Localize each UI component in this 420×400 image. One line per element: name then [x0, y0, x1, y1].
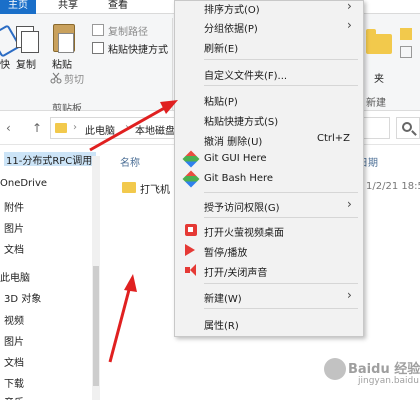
search-box[interactable]	[396, 117, 420, 139]
folder-icon	[55, 123, 67, 133]
git-icon	[182, 150, 200, 168]
menu-item-refresh[interactable]: 刷新(E)	[175, 36, 363, 56]
nav-item-pictures[interactable]: 图片	[4, 220, 24, 235]
menu-item-shortcut: Ctrl+Z	[317, 133, 351, 144]
nav-item-documents[interactable]: 文档	[4, 241, 24, 256]
nav-item-onedrive[interactable]: OneDrive	[0, 178, 47, 189]
menu-item-label: 自定义文件夹(F)...	[204, 71, 288, 82]
menu-item-label: 授予访问权限(G)	[204, 203, 280, 214]
new-group-label: 新建	[366, 98, 386, 109]
scissors-icon	[50, 72, 62, 84]
sound-icon	[185, 264, 197, 276]
chevron-right-icon: ›	[347, 197, 352, 211]
copy-button[interactable]: 复制	[16, 56, 36, 71]
tab-view[interactable]: 查看	[108, 0, 128, 14]
menu-separator	[204, 192, 358, 193]
file-name: 打飞机	[140, 185, 170, 196]
watermark-subtext: jingyan.baidu.com	[358, 376, 420, 386]
watermark-text: Baidu 经验	[348, 362, 420, 377]
copy-path-button[interactable]: 复制路径	[108, 23, 148, 38]
baidu-paw-icon	[324, 358, 346, 380]
nav-item-videos[interactable]: 视频	[4, 312, 24, 327]
menu-item-label: 撤消 删除(U)	[204, 137, 263, 148]
breadcrumb-this-pc[interactable]: 此电脑	[85, 122, 115, 137]
nav-item-documents-2[interactable]: 文档	[4, 354, 24, 369]
paste-button[interactable]: 粘贴	[52, 56, 72, 71]
menu-item-label: 新建(W)	[204, 294, 242, 305]
paste-icon[interactable]	[53, 24, 75, 53]
paste-shortcut-button[interactable]: 粘贴快捷方式	[108, 41, 168, 56]
menu-item-label: 暂停/播放	[204, 248, 248, 259]
chevron-right-icon: ›	[347, 0, 352, 13]
menu-item-label: 刷新(E)	[204, 44, 239, 55]
tab-share[interactable]: 共享	[58, 0, 78, 14]
menu-item-label: Git Bash Here	[204, 173, 274, 184]
git-icon	[182, 170, 200, 188]
easy-access-icon[interactable]	[400, 46, 412, 58]
menu-separator	[204, 85, 358, 86]
folder-icon	[122, 182, 136, 193]
menu-item-git-bash[interactable]: Git Bash Here	[175, 169, 363, 189]
chevron-right-icon: ›	[347, 18, 352, 32]
menu-item-label: 属性(R)	[204, 321, 239, 332]
menu-item-git-gui[interactable]: Git GUI Here	[175, 149, 363, 169]
menu-item-label: 排序方式(O)	[204, 5, 260, 16]
menu-separator	[204, 59, 358, 60]
menu-item-sort-by[interactable]: 排序方式(O) ›	[175, 0, 363, 17]
nav-item-music[interactable]: 音乐	[4, 394, 24, 400]
cut-button[interactable]: 剪切	[64, 71, 84, 86]
file-date: 1/2/21 18:55	[366, 181, 420, 192]
watermark: Baidu 经验 jingyan.baidu.com	[318, 352, 420, 396]
breadcrumb-separator: ›	[73, 122, 77, 133]
new-folder-icon[interactable]	[366, 29, 392, 54]
menu-item-pause-play[interactable]: 暂停/播放	[175, 240, 363, 260]
nav-item-3d-objects[interactable]: 3D 对象	[4, 290, 41, 305]
menu-item-customize-folder[interactable]: 自定义文件夹(F)...	[175, 63, 363, 83]
menu-item-properties[interactable]: 属性(R)	[175, 313, 363, 333]
menu-item-label: 打开/关闭声音	[204, 268, 268, 279]
menu-item-label: 粘贴(P)	[204, 97, 238, 108]
menu-item-label: Git GUI Here	[204, 153, 267, 164]
menu-item-paste[interactable]: 粘贴(P)	[175, 89, 363, 109]
menu-item-open-video-desktop[interactable]: 打开火萤视频桌面	[175, 220, 363, 240]
nav-item-this-pc[interactable]: 此电脑	[0, 269, 30, 284]
breadcrumb-local-disk[interactable]: 本地磁盘	[135, 122, 175, 137]
breadcrumb-separator: ›	[125, 122, 129, 133]
chevron-right-icon: ›	[347, 288, 352, 302]
nav-item-downloads[interactable]: 下载	[4, 375, 24, 390]
nav-scrollbar[interactable]	[92, 156, 100, 400]
tab-home[interactable]: 主页	[0, 0, 36, 14]
copy-path-icon	[92, 24, 104, 36]
back-icon[interactable]: ‹	[6, 121, 11, 135]
search-icon	[402, 122, 412, 132]
menu-item-group-by[interactable]: 分组依据(P) ›	[175, 16, 363, 36]
menu-separator	[204, 308, 358, 309]
menu-item-label: 打开火萤视频桌面	[204, 228, 284, 239]
nav-item-pictures-2[interactable]: 图片	[4, 333, 24, 348]
pin-label[interactable]: 快	[0, 56, 10, 71]
up-icon[interactable]: ↑	[32, 121, 42, 135]
new-item-icon[interactable]	[400, 28, 412, 40]
ribbon-divider	[172, 18, 173, 110]
menu-item-label: 分组依据(P)	[204, 24, 258, 35]
new-folder-label[interactable]: 夹	[374, 70, 384, 85]
menu-item-new[interactable]: 新建(W) ›	[175, 286, 363, 306]
menu-item-undo-delete[interactable]: 撤消 删除(U) Ctrl+Z	[175, 129, 363, 149]
menu-separator	[204, 283, 358, 284]
menu-item-toggle-sound[interactable]: 打开/关闭声音	[175, 260, 363, 280]
navigation-pane: 11-分布式RPC调用 OneDrive 附件 图片 文档 此电脑 3D 对象 …	[0, 146, 100, 400]
nav-item-attachments[interactable]: 附件	[4, 199, 24, 214]
nav-scrollbar-thumb[interactable]	[93, 266, 99, 386]
nav-item-rpc[interactable]: 11-分布式RPC调用	[4, 152, 96, 167]
play-icon	[185, 244, 197, 256]
menu-separator	[204, 217, 358, 218]
menu-item-grant-access[interactable]: 授予访问权限(G) ›	[175, 195, 363, 215]
record-icon	[185, 224, 197, 236]
paste-shortcut-icon	[92, 42, 104, 54]
column-header-name[interactable]: 名称	[120, 154, 140, 169]
copy-icon[interactable]	[16, 26, 39, 53]
menu-item-paste-shortcut[interactable]: 粘贴快捷方式(S)	[175, 109, 363, 129]
menu-item-label: 粘贴快捷方式(S)	[204, 117, 279, 128]
context-menu: 排序方式(O) › 分组依据(P) › 刷新(E) 自定义文件夹(F)... 粘…	[174, 0, 364, 337]
